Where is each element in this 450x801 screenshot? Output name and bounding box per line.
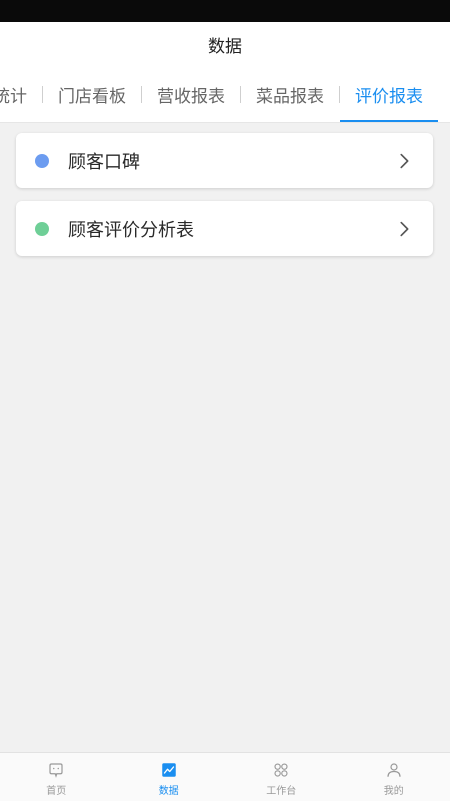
tab-statistics[interactable]: 统计 [0,66,42,122]
tab-review-report[interactable]: 评价报表 [340,66,438,122]
tab-store-dashboard[interactable]: 门店看板 [43,66,141,122]
user-icon [385,761,403,779]
card-label: 顾客口碑 [68,148,393,174]
chart-icon [160,761,178,779]
grid-icon [272,761,290,779]
nav-data[interactable]: 数据 [113,753,226,801]
nav-home[interactable]: 首页 [0,753,113,801]
tab-track: 统计 门店看板 营收报表 菜品报表 评价报表 [0,66,438,122]
card-customer-reputation[interactable]: 顾客口碑 [16,133,433,188]
home-icon [47,761,65,779]
status-dot [35,222,49,236]
nav-label: 首页 [46,782,66,797]
card-review-analysis[interactable]: 顾客评价分析表 [16,201,433,256]
tab-dish-report[interactable]: 菜品报表 [241,66,339,122]
nav-label: 我的 [384,782,404,797]
status-bar [0,0,450,22]
chevron-right-icon [393,218,415,240]
nav-profile[interactable]: 我的 [338,753,450,801]
nav-label: 工作台 [266,782,296,797]
status-dot [35,154,49,168]
nav-workbench[interactable]: 工作台 [225,753,338,801]
card-label: 顾客评价分析表 [68,216,393,242]
page-title: 数据 [208,32,242,57]
page-header: 数据 [0,22,450,66]
chevron-right-icon [393,150,415,172]
nav-label: 数据 [159,782,179,797]
report-tabs: 统计 门店看板 营收报表 菜品报表 评价报表 [0,66,450,123]
tab-revenue-report[interactable]: 营收报表 [142,66,240,122]
bottom-nav: 首页 数据 工作台 我的 [0,752,450,801]
